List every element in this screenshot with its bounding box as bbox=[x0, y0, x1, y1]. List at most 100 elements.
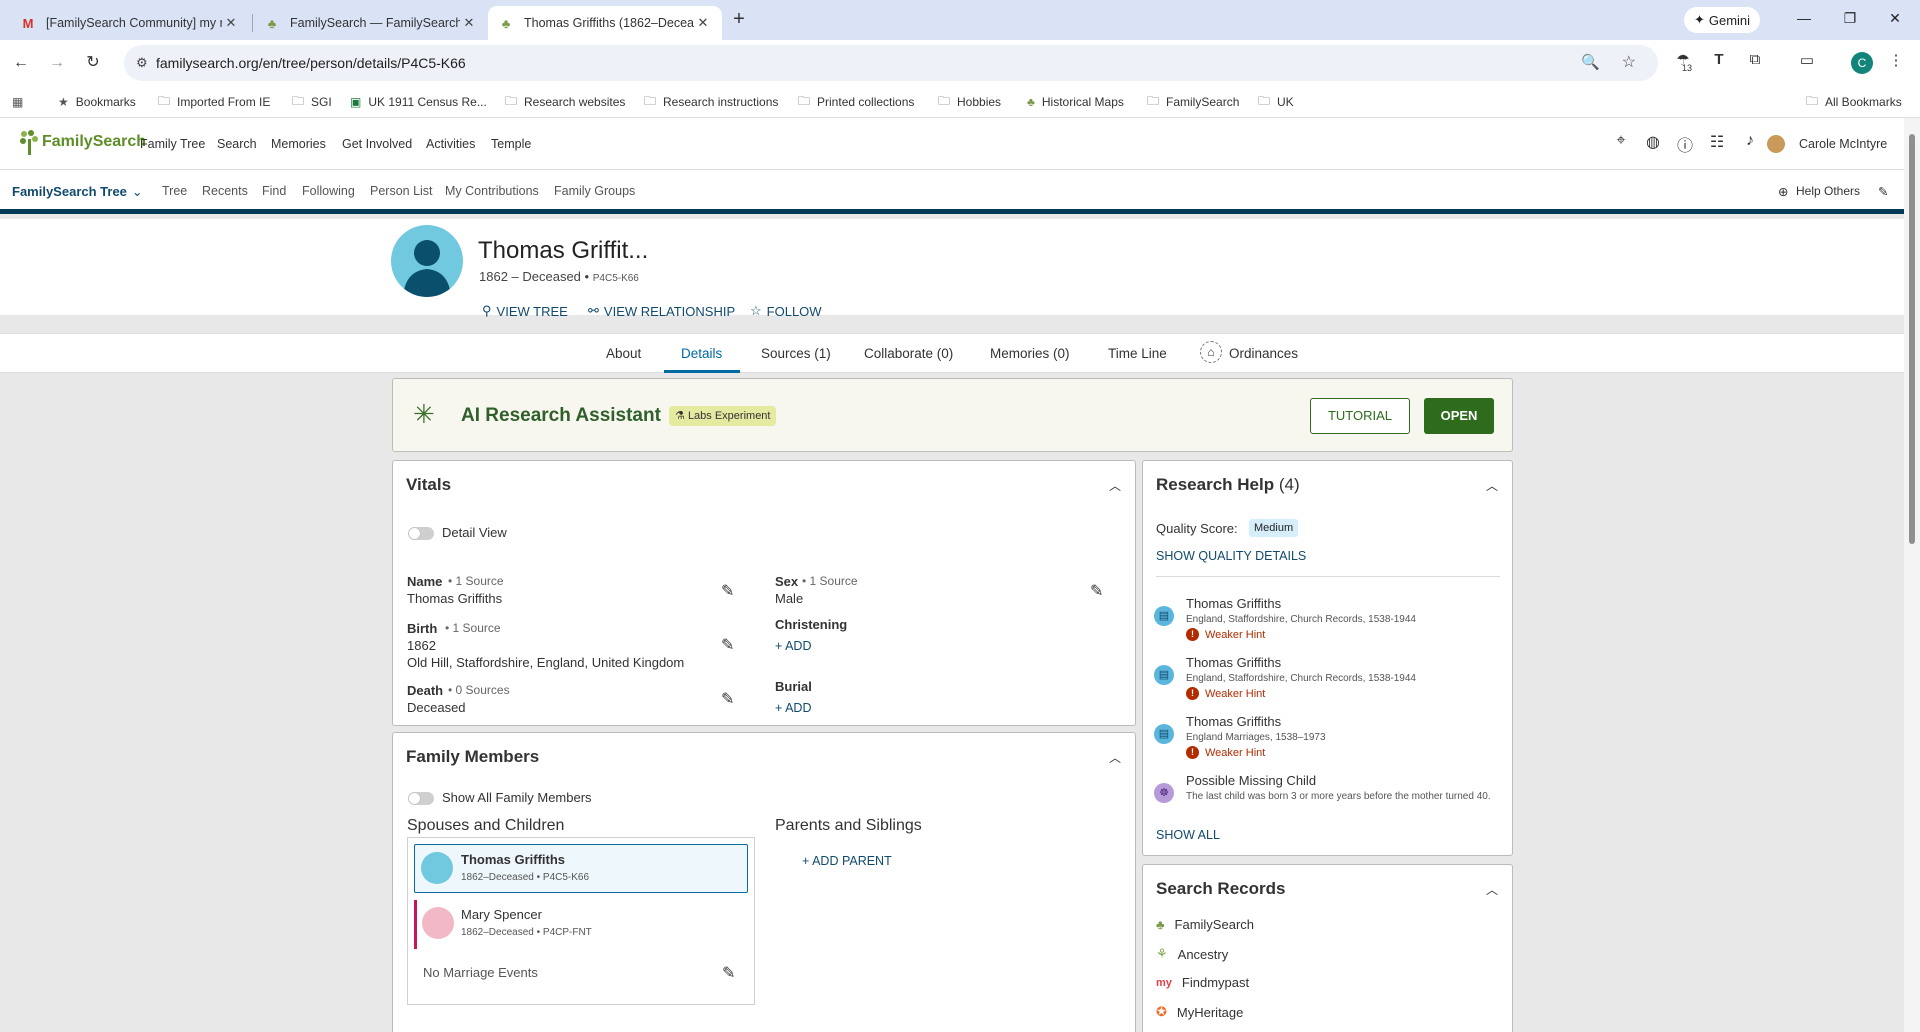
bookmark-familysearch[interactable]: 🗀 FamilySearch bbox=[1147, 91, 1239, 113]
add-christening-link[interactable]: + ADD bbox=[775, 639, 811, 653]
bookmark-printed-collections[interactable]: 🗀 Printed collections bbox=[798, 91, 914, 113]
detail-view-toggle[interactable] bbox=[408, 527, 434, 540]
user-name[interactable]: Carole McIntyre bbox=[1799, 137, 1887, 151]
close-tab-icon[interactable]: ✕ bbox=[460, 15, 478, 31]
search-ancestry[interactable]: ⚘ Ancestry bbox=[1156, 946, 1228, 962]
close-tab-icon[interactable]: ✕ bbox=[222, 15, 240, 31]
collapse-chevron-icon[interactable]: ︿ bbox=[1109, 477, 1121, 494]
add-burial-link[interactable]: + ADD bbox=[775, 701, 811, 715]
view-relationship-button[interactable]: ⚯ VIEW RELATIONSHIP bbox=[588, 303, 735, 319]
subnav-family-groups[interactable]: Family Groups bbox=[554, 184, 635, 198]
help-icon[interactable]: ⓘ bbox=[1674, 132, 1696, 155]
globe-icon[interactable]: ◍ bbox=[1642, 132, 1664, 154]
zoom-icon[interactable]: 🔍 bbox=[1581, 53, 1600, 71]
chevron-down-icon[interactable]: ⌄ bbox=[132, 184, 142, 199]
birth-sources[interactable]: • 1 Source bbox=[445, 621, 501, 635]
new-tab-button[interactable]: + bbox=[727, 8, 751, 32]
back-icon[interactable]: ← bbox=[10, 52, 32, 74]
search-findmypast[interactable]: my Findmypast bbox=[1156, 975, 1249, 990]
reload-icon[interactable]: ↻ bbox=[82, 52, 104, 74]
text-tool-icon[interactable]: T bbox=[1708, 51, 1730, 73]
page-scrollbar[interactable] bbox=[1904, 118, 1920, 1032]
missing-child-title[interactable]: Possible Missing Child bbox=[1186, 773, 1316, 788]
nav-memories[interactable]: Memories bbox=[271, 137, 326, 151]
show-quality-details-link[interactable]: SHOW QUALITY DETAILS bbox=[1156, 549, 1306, 563]
minimize-icon[interactable]: — bbox=[1793, 10, 1815, 30]
bookmark-research-websites[interactable]: 🗀 Research websites bbox=[505, 91, 625, 113]
familysearch-logo[interactable]: FamilySearch bbox=[18, 129, 146, 155]
bookmark-historical-maps[interactable]: ♣ Historical Maps bbox=[1027, 91, 1124, 113]
tree-menu-title[interactable]: FamilySearch Tree bbox=[12, 184, 127, 199]
tab-time-line[interactable]: Time Line bbox=[1108, 346, 1167, 361]
subnav-my-contributions[interactable]: My Contributions bbox=[445, 184, 539, 198]
tab-about[interactable]: About bbox=[606, 346, 641, 361]
url-bar[interactable]: ⚙ familysearch.org/en/tree/person/detail… bbox=[124, 45, 1658, 81]
tree-tools-icon[interactable]: ✎ bbox=[1878, 184, 1888, 199]
show-all-family-toggle[interactable] bbox=[408, 792, 434, 805]
view-tree-button[interactable]: ⚲ VIEW TREE bbox=[482, 303, 568, 319]
bookmark-research-instructions[interactable]: 🗀 Research instructions bbox=[644, 91, 778, 113]
follow-button[interactable]: ☆ FOLLOW bbox=[750, 303, 822, 319]
close-window-icon[interactable]: ✕ bbox=[1884, 10, 1906, 30]
restore-icon[interactable]: ❐ bbox=[1839, 10, 1861, 30]
death-sources[interactable]: • 0 Sources bbox=[448, 683, 510, 697]
subnav-tree[interactable]: Tree bbox=[162, 184, 187, 198]
tab-details[interactable]: Details bbox=[681, 346, 722, 361]
hint-name[interactable]: Thomas Griffiths bbox=[1186, 714, 1281, 729]
hint-name[interactable]: Thomas Griffiths bbox=[1186, 596, 1281, 611]
edit-sex-pencil-icon[interactable]: ✎ bbox=[1090, 581, 1103, 601]
collapse-chevron-icon[interactable]: ︿ bbox=[1109, 749, 1121, 766]
bookmark-star-icon[interactable]: ☆ bbox=[1622, 52, 1636, 72]
subnav-person-list[interactable]: Person List bbox=[370, 184, 433, 198]
tab-memories[interactable]: Memories (0) bbox=[990, 346, 1070, 361]
edit-name-pencil-icon[interactable]: ✎ bbox=[721, 581, 734, 601]
help-others-link[interactable]: Help Others bbox=[1796, 184, 1860, 198]
nav-family-tree[interactable]: Family Tree bbox=[140, 137, 205, 151]
nav-get-involved[interactable]: Get Involved bbox=[342, 137, 412, 151]
search-familysearch[interactable]: ♣ FamilySearch bbox=[1156, 917, 1254, 932]
hint-name[interactable]: Thomas Griffiths bbox=[1186, 655, 1281, 670]
apps-grid-icon[interactable]: ▦ bbox=[12, 91, 30, 113]
notifications-bell-icon[interactable]: ♪ bbox=[1739, 132, 1761, 154]
url-text[interactable]: familysearch.org/en/tree/person/details/… bbox=[156, 55, 466, 71]
edit-birth-pencil-icon[interactable]: ✎ bbox=[721, 635, 734, 655]
bookmark-imported-from-ie[interactable]: 🗀 Imported From IE bbox=[158, 91, 270, 113]
search-myheritage[interactable]: ✪ MyHeritage bbox=[1156, 1004, 1243, 1020]
nav-activities[interactable]: Activities bbox=[426, 137, 475, 151]
subnav-following[interactable]: Following bbox=[302, 184, 355, 198]
browser-tab-person-details[interactable]: ♣ Thomas Griffiths (1862–Decease ✕ bbox=[488, 6, 722, 40]
bookmark-uk-1911-census[interactable]: ▣ UK 1911 Census Re... bbox=[350, 91, 487, 113]
user-avatar[interactable] bbox=[1767, 135, 1785, 153]
open-button[interactable]: OPEN bbox=[1424, 398, 1494, 434]
bookmark-sgi[interactable]: 🗀 SGI bbox=[292, 91, 332, 113]
browser-tab-familysearch-community[interactable]: ♣ FamilySearch — FamilySearch C ✕ bbox=[254, 6, 488, 40]
scrollbar-thumb[interactable] bbox=[1909, 134, 1915, 544]
collapse-chevron-icon[interactable]: ︿ bbox=[1486, 477, 1498, 494]
all-bookmarks[interactable]: 🗀 All Bookmarks bbox=[1806, 91, 1902, 113]
browser-tab-gmail[interactable]: M [FamilySearch Community] my r ✕ bbox=[10, 6, 250, 40]
tutorial-button[interactable]: TUTORIAL bbox=[1310, 398, 1410, 434]
tab-sources[interactable]: Sources (1) bbox=[761, 346, 831, 361]
add-parent-link[interactable]: + ADD PARENT bbox=[802, 854, 892, 868]
tab-collaborate[interactable]: Collaborate (0) bbox=[864, 346, 953, 361]
gemini-button[interactable]: ✦ Gemini bbox=[1684, 7, 1760, 33]
nav-temple[interactable]: Temple bbox=[491, 137, 531, 151]
profile-avatar[interactable]: C bbox=[1851, 52, 1873, 74]
subnav-recents[interactable]: Recents bbox=[202, 184, 248, 198]
site-info-icon[interactable]: ⚙ bbox=[136, 55, 148, 71]
browser-menu-icon[interactable]: ⋮ bbox=[1885, 51, 1907, 73]
messages-icon[interactable]: ☷ bbox=[1706, 132, 1728, 154]
sex-sources[interactable]: • 1 Source bbox=[802, 574, 858, 588]
tab-ordinances[interactable]: Ordinances bbox=[1229, 346, 1298, 361]
side-panel-icon[interactable]: ▭ bbox=[1796, 51, 1818, 73]
bookmark-bookmarks[interactable]: ★ Bookmarks bbox=[58, 91, 136, 113]
edit-death-pencil-icon[interactable]: ✎ bbox=[721, 689, 734, 709]
edit-marriage-pencil-icon[interactable]: ✎ bbox=[722, 963, 735, 983]
bookmark-hobbies[interactable]: 🗀 Hobbies bbox=[938, 91, 1001, 113]
extensions-puzzle-icon[interactable]: ⧉ bbox=[1744, 51, 1766, 73]
show-all-hints-link[interactable]: SHOW ALL bbox=[1156, 828, 1220, 842]
name-sources[interactable]: • 1 Source bbox=[448, 574, 504, 588]
forward-icon[interactable]: → bbox=[46, 52, 68, 74]
subnav-find[interactable]: Find bbox=[262, 184, 286, 198]
nav-search[interactable]: Search bbox=[217, 137, 257, 151]
